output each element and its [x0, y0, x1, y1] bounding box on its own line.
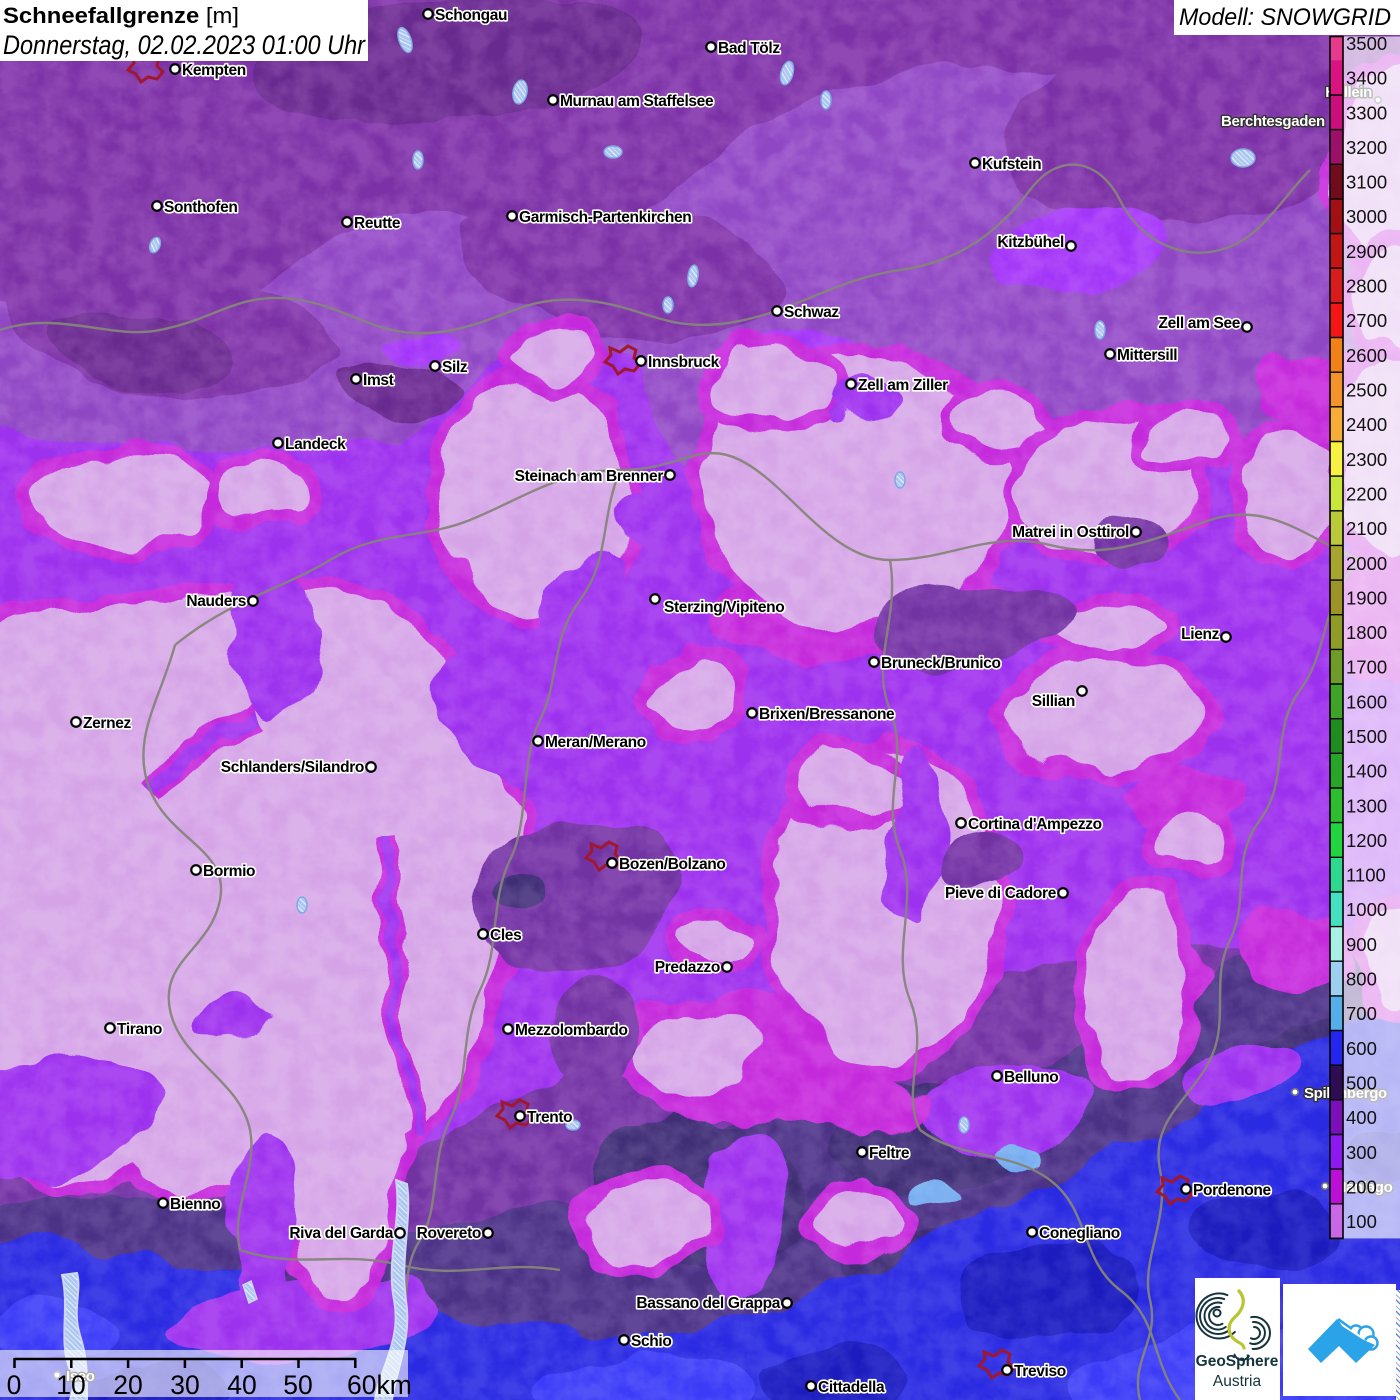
svg-text:Bruneck/Brunico: Bruneck/Brunico [881, 655, 1001, 672]
svg-text:Zell am See: Zell am See [1159, 315, 1241, 332]
svg-text:2300: 2300 [1346, 449, 1387, 470]
svg-text:Riva del Garda: Riva del Garda [289, 1225, 393, 1242]
svg-text:Bassano del Grappa: Bassano del Grappa [636, 1295, 780, 1312]
svg-text:2400: 2400 [1346, 414, 1387, 435]
svg-text:Donnerstag, 02.02.2023 01:00 U: Donnerstag, 02.02.2023 01:00 Uhr [3, 30, 366, 60]
svg-text:Pordenone: Pordenone [1193, 1182, 1272, 1199]
svg-text:900: 900 [1346, 934, 1377, 955]
svg-text:1200: 1200 [1346, 830, 1387, 851]
svg-text:1300: 1300 [1346, 795, 1387, 816]
svg-text:2700: 2700 [1346, 310, 1387, 331]
svg-text:Lienz: Lienz [1181, 626, 1219, 643]
svg-text:Bienno: Bienno [170, 1196, 220, 1213]
svg-text:Sonthofen: Sonthofen [164, 199, 237, 216]
svg-text:Schneefallgrenze [m]: Schneefallgrenze [m] [3, 3, 239, 28]
svg-text:Modell: SNOWGRID: Modell: SNOWGRID [1179, 4, 1391, 31]
svg-text:Cortina d'Ampezzo: Cortina d'Ampezzo [968, 816, 1102, 833]
svg-text:Nauders: Nauders [186, 593, 246, 610]
svg-text:Schongau: Schongau [435, 7, 507, 24]
svg-text:700: 700 [1346, 1003, 1377, 1024]
svg-text:Rovereto: Rovereto [417, 1225, 481, 1242]
svg-text:0: 0 [7, 1370, 22, 1400]
svg-text:2200: 2200 [1346, 483, 1387, 504]
svg-text:Steinach am Brenner: Steinach am Brenner [515, 468, 664, 485]
svg-text:3500: 3500 [1346, 33, 1387, 54]
svg-text:Cittadella: Cittadella [818, 1379, 885, 1396]
svg-text:Mittersill: Mittersill [1117, 347, 1177, 364]
svg-text:3200: 3200 [1346, 137, 1387, 158]
svg-text:Pieve di Cadore: Pieve di Cadore [945, 885, 1057, 902]
svg-text:60km: 60km [347, 1370, 412, 1400]
svg-text:Innsbruck: Innsbruck [648, 354, 720, 371]
svg-text:Brixen/Bressanone: Brixen/Bressanone [759, 706, 895, 723]
svg-text:2800: 2800 [1346, 276, 1387, 297]
svg-text:Meran/Merano: Meran/Merano [545, 734, 646, 751]
svg-text:GeoSphere: GeoSphere [1196, 1353, 1279, 1370]
svg-text:2900: 2900 [1346, 241, 1387, 262]
svg-text:1800: 1800 [1346, 622, 1387, 643]
svg-text:500: 500 [1346, 1073, 1377, 1094]
svg-text:Kitzbühel: Kitzbühel [997, 234, 1064, 251]
svg-text:1600: 1600 [1346, 691, 1387, 712]
svg-text:2600: 2600 [1346, 345, 1387, 366]
svg-text:1500: 1500 [1346, 726, 1387, 747]
svg-text:600: 600 [1346, 1038, 1377, 1059]
svg-text:40: 40 [227, 1370, 256, 1400]
svg-text:1000: 1000 [1346, 899, 1387, 920]
svg-text:Treviso: Treviso [1014, 1363, 1066, 1380]
svg-text:3000: 3000 [1346, 206, 1387, 227]
svg-text:Bozen/Bolzano: Bozen/Bolzano [619, 856, 726, 873]
svg-text:Conegliano: Conegliano [1039, 1225, 1120, 1242]
svg-text:Bormio: Bormio [203, 863, 255, 880]
svg-text:2100: 2100 [1346, 518, 1387, 539]
svg-text:1700: 1700 [1346, 657, 1387, 678]
svg-text:1100: 1100 [1346, 865, 1386, 886]
svg-text:Schwaz: Schwaz [784, 304, 839, 321]
svg-text:Austria: Austria [1213, 1373, 1262, 1390]
svg-text:Mezzolombardo: Mezzolombardo [515, 1022, 628, 1039]
svg-text:Belluno: Belluno [1004, 1069, 1058, 1086]
svg-text:Imst: Imst [363, 372, 394, 389]
svg-text:300: 300 [1346, 1142, 1377, 1163]
svg-text:100: 100 [1346, 1211, 1377, 1232]
svg-text:200: 200 [1346, 1176, 1377, 1197]
svg-text:10: 10 [56, 1370, 85, 1400]
svg-text:Sillian: Sillian [1032, 693, 1075, 710]
svg-text:Bad Tölz: Bad Tölz [718, 40, 780, 57]
svg-text:Silz: Silz [442, 359, 468, 376]
svg-text:800: 800 [1346, 969, 1377, 990]
svg-text:Schio: Schio [631, 1333, 671, 1350]
svg-text:Cles: Cles [490, 927, 521, 944]
svg-text:Kempten: Kempten [182, 62, 246, 79]
svg-text:Kufstein: Kufstein [982, 156, 1041, 173]
svg-text:30: 30 [170, 1370, 199, 1400]
svg-text:3100: 3100 [1346, 172, 1387, 193]
svg-text:Landeck: Landeck [285, 436, 346, 453]
svg-text:20: 20 [113, 1370, 142, 1400]
svg-text:Schlanders/Silandro: Schlanders/Silandro [221, 759, 364, 776]
svg-text:Predazzo: Predazzo [655, 959, 720, 976]
svg-text:1400: 1400 [1346, 761, 1387, 782]
svg-text:2500: 2500 [1346, 380, 1387, 401]
svg-text:Zernez: Zernez [83, 715, 131, 732]
svg-text:Feltre: Feltre [869, 1145, 910, 1162]
svg-text:Tirano: Tirano [117, 1021, 162, 1038]
svg-text:Sterzing/Vipiteno: Sterzing/Vipiteno [664, 599, 784, 616]
svg-text:2000: 2000 [1346, 553, 1387, 574]
svg-text:Murnau am Staffelsee: Murnau am Staffelsee [560, 93, 714, 110]
svg-text:Matrei in Osttirol: Matrei in Osttirol [1012, 524, 1129, 541]
svg-text:Reutte: Reutte [354, 215, 401, 232]
svg-text:Zell am Ziller: Zell am Ziller [858, 377, 948, 394]
svg-text:Berchtesgaden: Berchtesgaden [1221, 113, 1325, 130]
svg-text:Garmisch-Partenkirchen: Garmisch-Partenkirchen [519, 209, 691, 226]
svg-text:Trento: Trento [527, 1109, 572, 1126]
svg-text:3300: 3300 [1346, 102, 1387, 123]
svg-text:1900: 1900 [1346, 587, 1387, 608]
svg-text:50: 50 [283, 1370, 312, 1400]
svg-text:400: 400 [1346, 1107, 1377, 1128]
svg-text:3400: 3400 [1346, 68, 1387, 89]
